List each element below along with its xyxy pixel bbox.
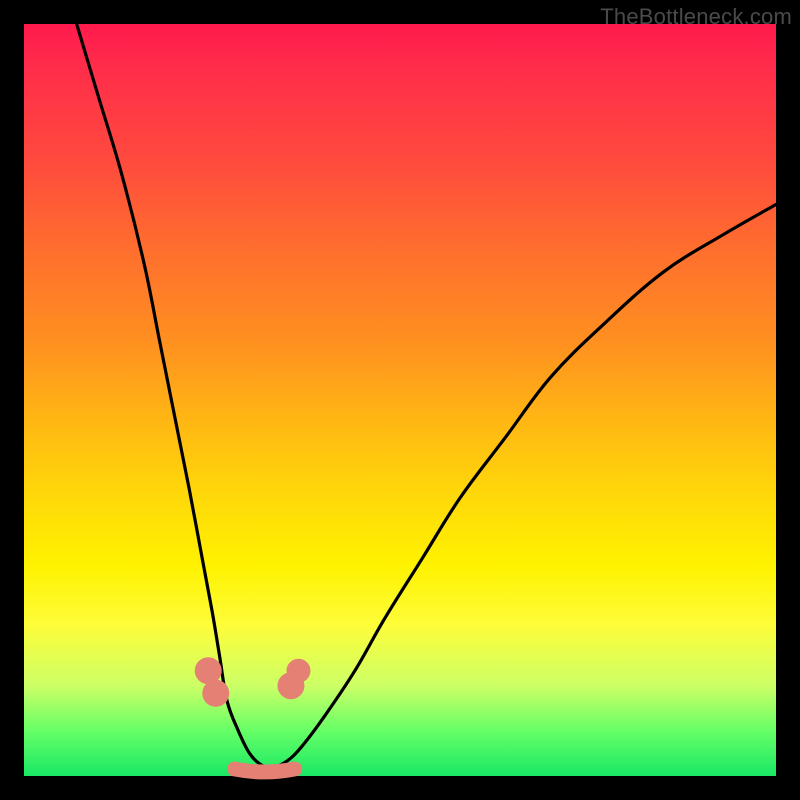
markers-group: [195, 657, 311, 707]
left-dot-2: [202, 680, 229, 707]
valley-band: [235, 769, 295, 772]
plot-area: [24, 24, 776, 776]
right-dot-2: [286, 659, 310, 683]
watermark-text: TheBottleneck.com: [600, 4, 792, 30]
right-curve: [272, 204, 776, 768]
left-curve: [77, 24, 273, 768]
curve-layer: [24, 24, 776, 776]
chart-frame: TheBottleneck.com: [0, 0, 800, 800]
